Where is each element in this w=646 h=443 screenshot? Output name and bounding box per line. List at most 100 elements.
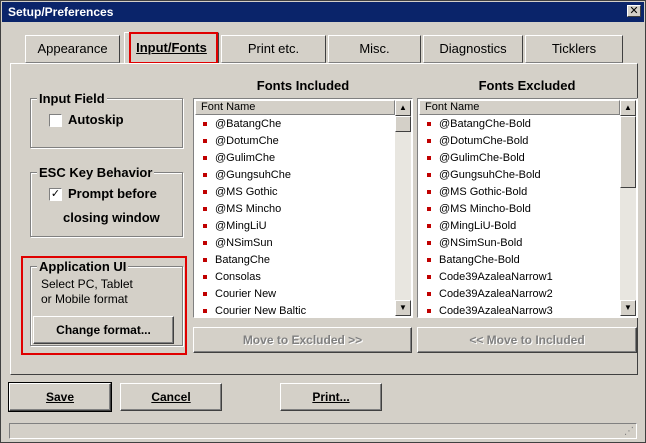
scroll-thumb[interactable]: [395, 116, 411, 132]
move-to-excluded-button[interactable]: Move to Excluded >>: [193, 327, 412, 353]
autoskip-label: Autoskip: [68, 112, 124, 127]
font-list-item[interactable]: BatangChe: [195, 252, 395, 269]
title-bar[interactable]: Setup/Preferences ✕: [2, 2, 644, 22]
scroll-down-icon[interactable]: ▼: [620, 300, 636, 316]
fonts-excluded-list[interactable]: Font Name @BatangChe-Bold @DotumChe-Bold @…: [417, 98, 638, 318]
font-list-item[interactable]: @NSimSun-Bold: [419, 235, 620, 252]
fonts-excluded-column-header[interactable]: Font Name: [419, 100, 620, 115]
closing-window-label: closing window: [63, 210, 160, 225]
font-list-item[interactable]: Code39AzaleaNarrow3: [419, 303, 620, 316]
font-list-item[interactable]: @MS Gothic-Bold: [419, 184, 620, 201]
font-list-item[interactable]: @GungsuhChe-Bold: [419, 167, 620, 184]
scroll-up-icon[interactable]: ▲: [395, 100, 411, 116]
cancel-button-label: Cancel: [151, 390, 191, 404]
esc-key-behavior-group-title: ESC Key Behavior: [37, 165, 155, 180]
change-format-button[interactable]: Change format...: [33, 316, 174, 344]
font-list-item[interactable]: @DotumChe-Bold: [419, 133, 620, 150]
tab-diagnostics[interactable]: Diagnostics: [423, 35, 523, 63]
font-list-item[interactable]: @MS Gothic: [195, 184, 395, 201]
bullet-icon: [427, 122, 431, 127]
font-name: @BatangChe: [215, 118, 282, 130]
font-list-item[interactable]: Consolas: [195, 269, 395, 286]
tab-ticklers[interactable]: Ticklers: [525, 35, 623, 63]
fonts-included-column-header[interactable]: Font Name: [195, 100, 395, 115]
bullet-icon: [203, 173, 207, 178]
font-list-item[interactable]: @NSimSun: [195, 235, 395, 252]
bullet-icon: [427, 241, 431, 246]
font-list-item[interactable]: @MS Mincho-Bold: [419, 201, 620, 218]
font-list-item[interactable]: @GulimChe-Bold: [419, 150, 620, 167]
font-list-item[interactable]: @MS Mincho: [195, 201, 395, 218]
bullet-icon: [203, 292, 207, 297]
fonts-included-items: @BatangChe @DotumChe @GulimChe @GungsuhChe @…: [195, 116, 395, 316]
tab-print-etc[interactable]: Print etc.: [221, 35, 326, 63]
tab-input-fonts-label: Input/Fonts: [136, 40, 207, 55]
font-name: @GulimChe-Bold: [439, 152, 525, 164]
fonts-included-list[interactable]: Font Name @BatangChe @DotumChe @GulimChe @G…: [193, 98, 413, 318]
font-list-item[interactable]: @MingLiU-Bold: [419, 218, 620, 235]
setup-preferences-window: Setup/Preferences ✕ Appearance Input/Fon…: [0, 0, 646, 443]
font-name: @MingLiU: [215, 220, 267, 232]
scroll-thumb[interactable]: [620, 116, 636, 188]
bullet-icon: [203, 139, 207, 144]
bullet-icon: [427, 292, 431, 297]
bullet-icon: [427, 156, 431, 161]
esc-key-behavior-group: ESC Key Behavior: [30, 165, 183, 237]
font-list-item[interactable]: @GungsuhChe: [195, 167, 395, 184]
font-list-item[interactable]: @GulimChe: [195, 150, 395, 167]
tab-input-fonts[interactable]: Input/Fonts: [124, 32, 219, 64]
application-ui-group-title: Application UI: [37, 259, 129, 274]
bullet-icon: [203, 190, 207, 195]
font-list-item[interactable]: Courier New: [195, 286, 395, 303]
bullet-icon: [203, 241, 207, 246]
font-list-item[interactable]: BatangChe-Bold: [419, 252, 620, 269]
print-button[interactable]: Print...: [280, 383, 382, 411]
font-list-item[interactable]: Code39AzaleaNarrow1: [419, 269, 620, 286]
print-button-label: Print...: [312, 390, 350, 404]
bullet-icon: [427, 275, 431, 280]
close-icon[interactable]: ✕: [627, 5, 641, 17]
font-name: Consolas: [215, 271, 261, 283]
scroll-up-icon[interactable]: ▲: [620, 100, 636, 116]
prompt-before-closing-checkbox[interactable]: ✓: [49, 188, 62, 201]
font-list-item[interactable]: Courier New Baltic: [195, 303, 395, 316]
bullet-icon: [427, 207, 431, 212]
tab-appearance-label: Appearance: [37, 41, 108, 56]
tab-diagnostics-label: Diagnostics: [439, 41, 507, 56]
tab-misc-label: Misc.: [359, 41, 390, 56]
font-name: BatangChe: [215, 254, 271, 266]
save-button[interactable]: Save: [8, 382, 112, 412]
resize-grip-icon[interactable]: ⋰: [624, 426, 634, 437]
move-to-included-button[interactable]: << Move to Included: [417, 327, 637, 353]
bullet-icon: [203, 224, 207, 229]
bullet-icon: [427, 173, 431, 178]
font-name: Courier New Baltic: [215, 305, 307, 316]
bullet-icon: [203, 122, 207, 127]
fonts-excluded-heading: Fonts Excluded: [478, 78, 576, 93]
cancel-button[interactable]: Cancel: [120, 383, 222, 411]
tab-misc[interactable]: Misc.: [328, 35, 421, 63]
fonts-excluded-scrollbar[interactable]: ▲ ▼: [620, 100, 636, 316]
fonts-included-heading: Fonts Included: [256, 78, 350, 93]
font-list-item[interactable]: @MingLiU: [195, 218, 395, 235]
font-name: @MingLiU-Bold: [439, 220, 517, 232]
font-name: @MS Gothic: [215, 186, 278, 198]
bullet-icon: [203, 309, 207, 314]
tab-ticklers-label: Ticklers: [551, 41, 597, 56]
font-list-item[interactable]: Code39AzaleaNarrow2: [419, 286, 620, 303]
font-name: @MS Mincho-Bold: [439, 203, 531, 215]
font-name: Code39AzaleaNarrow2: [439, 288, 553, 300]
tab-appearance[interactable]: Appearance: [25, 35, 120, 63]
font-name: @DotumChe: [215, 135, 279, 147]
application-ui-line2: or Mobile format: [41, 292, 128, 306]
font-list-item[interactable]: @DotumChe: [195, 133, 395, 150]
autoskip-checkbox[interactable]: [49, 114, 62, 127]
scroll-down-icon[interactable]: ▼: [395, 300, 411, 316]
font-name: @MS Gothic-Bold: [439, 186, 528, 198]
font-name: @NSimSun-Bold: [439, 237, 523, 249]
fonts-included-scrollbar[interactable]: ▲ ▼: [395, 100, 411, 316]
font-name: Courier New: [215, 288, 277, 300]
font-list-item[interactable]: @BatangChe-Bold: [419, 116, 620, 133]
font-list-item[interactable]: @BatangChe: [195, 116, 395, 133]
font-name: @BatangChe-Bold: [439, 118, 531, 130]
